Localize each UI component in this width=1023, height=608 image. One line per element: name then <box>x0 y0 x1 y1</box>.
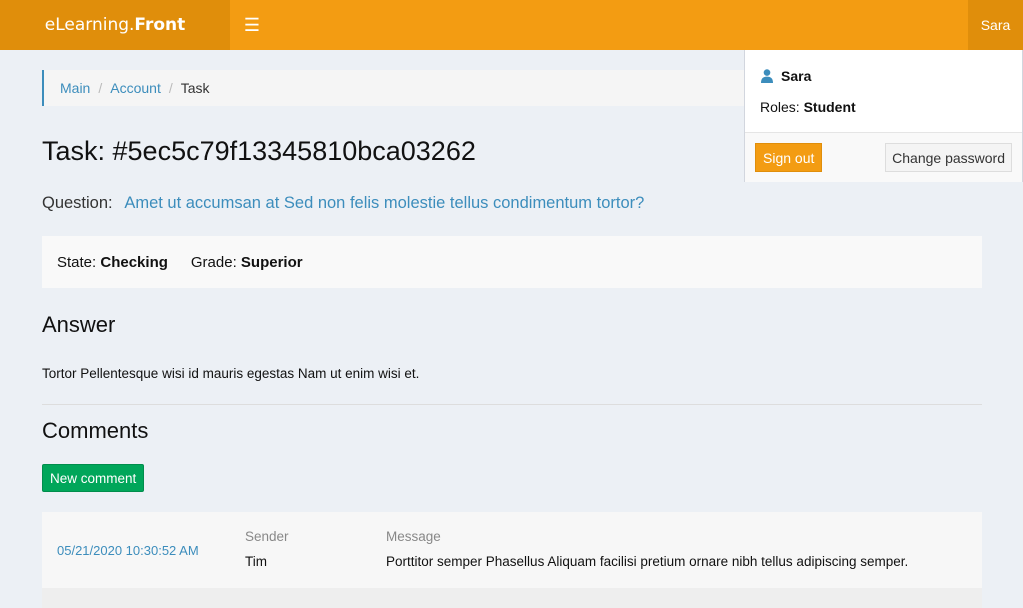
section-divider <box>42 404 982 405</box>
breadcrumb-main[interactable]: Main <box>60 80 90 96</box>
answer-heading: Answer <box>42 312 116 337</box>
state-field: State: Checking <box>57 254 168 271</box>
top-navbar: eLearning. Front ☰ Sara <box>0 0 1023 50</box>
new-comment-button[interactable]: New comment <box>42 464 145 492</box>
question-link[interactable]: Amet ut accumsan at Sed non felis molest… <box>124 194 644 212</box>
grade-field: Grade: Superior <box>191 254 303 271</box>
sender-header: Sender <box>245 529 289 544</box>
comment-message: Porttitor semper Phasellus Aliquam facil… <box>386 554 909 569</box>
answer-text: Tortor Pellentesque wisi id mauris egest… <box>42 366 420 381</box>
message-header: Message <box>386 529 441 544</box>
page-title: Task: #5ec5c79f13345810bca03262 <box>42 136 476 166</box>
user-menu-name-row: Sara <box>761 68 811 84</box>
roles-label: Roles: <box>760 99 800 115</box>
breadcrumb-separator: / <box>168 80 173 96</box>
roles-value: Student <box>803 99 856 115</box>
user-roles: Roles: Student <box>760 99 856 115</box>
logo-bold: Front <box>134 15 186 35</box>
breadcrumb-current: Task <box>180 80 210 96</box>
state-value: Checking <box>100 253 168 271</box>
breadcrumb-account[interactable]: Account <box>110 80 161 96</box>
comments-heading: Comments <box>42 418 149 443</box>
app-logo[interactable]: eLearning. Front <box>0 0 230 50</box>
breadcrumb-separator: / <box>98 80 103 96</box>
question-row: Question: Amet ut accumsan at Sed non fe… <box>42 194 644 213</box>
user-menu-name: Sara <box>781 68 812 84</box>
logo-prefix: eLearning. <box>44 15 135 35</box>
comment-date-link[interactable]: 05/21/2020 10:30:52 AM <box>57 543 199 558</box>
user-menu-footer: Sign out Change password <box>745 132 1022 182</box>
sign-out-button[interactable]: Sign out <box>755 143 823 172</box>
comment-item-partial <box>42 588 982 608</box>
comment-sender: Tim <box>245 554 267 569</box>
user-icon <box>761 69 773 83</box>
state-label: State: <box>57 253 97 271</box>
task-status-box: State: Checking Grade: Superior <box>42 236 982 288</box>
change-password-button[interactable]: Change password <box>885 143 1012 172</box>
grade-label: Grade: <box>190 253 237 271</box>
comment-item: 05/21/2020 10:30:52 AM Sender Tim Messag… <box>42 512 982 588</box>
grade-value: Superior <box>240 253 303 271</box>
user-menu-toggle[interactable]: Sara <box>968 0 1023 50</box>
question-label: Question: <box>42 194 113 212</box>
hamburger-icon[interactable]: ☰ <box>230 0 274 50</box>
user-menu-body: Sara Roles: Student <box>745 50 1022 132</box>
user-dropdown-menu: Sara Roles: Student Sign out Change pass… <box>744 50 1023 182</box>
